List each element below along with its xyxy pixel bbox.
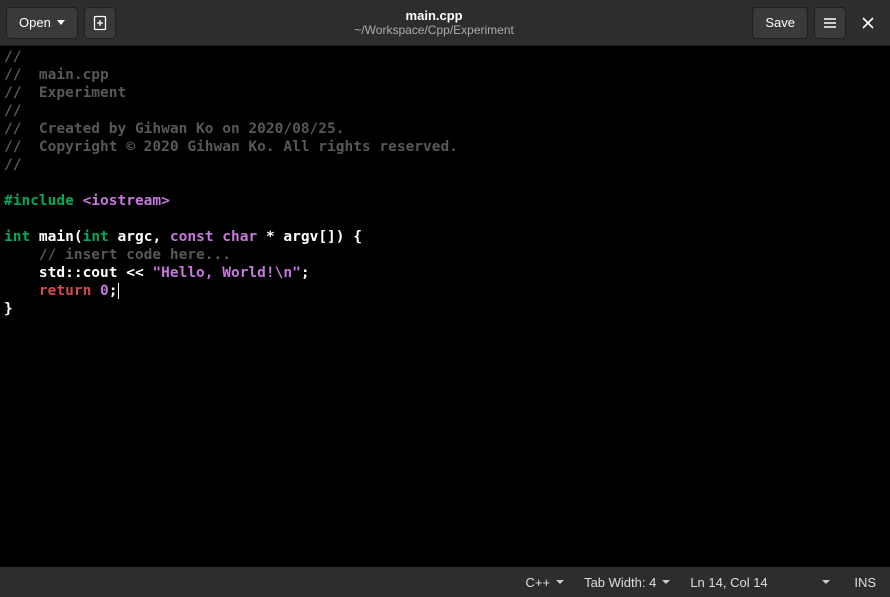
tab-width-label: Tab Width: 4 xyxy=(584,575,656,590)
header-center: main.cpp ~/Workspace/Cpp/Experiment xyxy=(116,8,753,37)
new-document-button[interactable] xyxy=(84,7,116,39)
code-keyword: const xyxy=(170,229,214,245)
code-comment: // xyxy=(4,103,21,119)
insert-mode-label: INS xyxy=(854,575,876,590)
code-comment: // xyxy=(4,49,21,65)
header-bar: Open main.cpp ~/Workspace/Cpp/Experiment… xyxy=(0,0,890,46)
code-comment: // xyxy=(4,85,39,101)
code-text: * argv[]) { xyxy=(257,229,362,245)
status-bar: C++ Tab Width: 4 Ln 14, Col 14 INS xyxy=(0,567,890,597)
code-text xyxy=(214,229,223,245)
code-text: main( xyxy=(30,229,82,245)
cursor-position-label: Ln 14, Col 14 xyxy=(690,575,767,590)
chevron-down-icon xyxy=(822,580,830,584)
code-comment: // xyxy=(4,139,39,155)
code-preproc: #include xyxy=(4,193,74,209)
code-include: <iostream> xyxy=(83,193,170,209)
code-comment: Created by Gihwan Ko on 2020/08/25. xyxy=(39,121,345,137)
open-button[interactable]: Open xyxy=(6,7,78,39)
code-string: " xyxy=(292,265,301,281)
code-number: 0 xyxy=(100,283,109,299)
code-text: argc, xyxy=(109,229,170,245)
chevron-down-icon xyxy=(662,580,670,584)
code-indent xyxy=(4,283,39,299)
code-comment: // xyxy=(4,121,39,137)
code-comment: // xyxy=(4,67,39,83)
code-text: ; xyxy=(109,283,118,299)
code-escape: \n xyxy=(275,265,292,281)
code-indent xyxy=(4,247,39,263)
code-comment: // xyxy=(4,157,21,173)
code-keyword: return xyxy=(39,283,91,299)
chevron-down-icon xyxy=(57,20,65,25)
code-text: ; xyxy=(301,265,310,281)
tab-width-selector[interactable]: Tab Width: 4 xyxy=(574,567,680,597)
insert-mode-toggle[interactable]: INS xyxy=(840,575,890,590)
save-button[interactable]: Save xyxy=(752,7,808,39)
chevron-down-icon xyxy=(556,580,564,584)
code-comment: Copyright © 2020 Gihwan Ko. All rights r… xyxy=(39,139,458,155)
open-button-label: Open xyxy=(19,15,51,30)
close-icon xyxy=(862,17,874,29)
code-brace: } xyxy=(4,301,13,317)
code-comment: Experiment xyxy=(39,85,126,101)
hamburger-icon xyxy=(822,15,838,31)
code-text xyxy=(91,283,100,299)
code-keyword: int xyxy=(83,229,109,245)
code-string: "Hello, World! xyxy=(152,265,274,281)
save-button-label: Save xyxy=(765,15,795,30)
language-label: C++ xyxy=(525,575,550,590)
hamburger-menu-button[interactable] xyxy=(814,7,846,39)
text-cursor xyxy=(118,283,119,299)
close-button[interactable] xyxy=(852,7,884,39)
code-keyword: int xyxy=(4,229,30,245)
window-subtitle: ~/Workspace/Cpp/Experiment xyxy=(116,23,753,37)
cursor-position-selector[interactable]: Ln 14, Col 14 xyxy=(680,575,840,590)
code-type: char xyxy=(222,229,257,245)
window-title: main.cpp xyxy=(116,8,753,23)
code-text xyxy=(74,193,83,209)
header-right: Save xyxy=(752,7,884,39)
code-text: std::cout << xyxy=(4,265,152,281)
header-left: Open xyxy=(6,7,116,39)
code-comment: // insert code here... xyxy=(39,247,231,263)
new-document-icon xyxy=(92,15,108,31)
language-selector[interactable]: C++ xyxy=(515,567,574,597)
code-editor[interactable]: // // main.cpp // Experiment // // Creat… xyxy=(0,46,890,567)
code-comment: main.cpp xyxy=(39,67,109,83)
